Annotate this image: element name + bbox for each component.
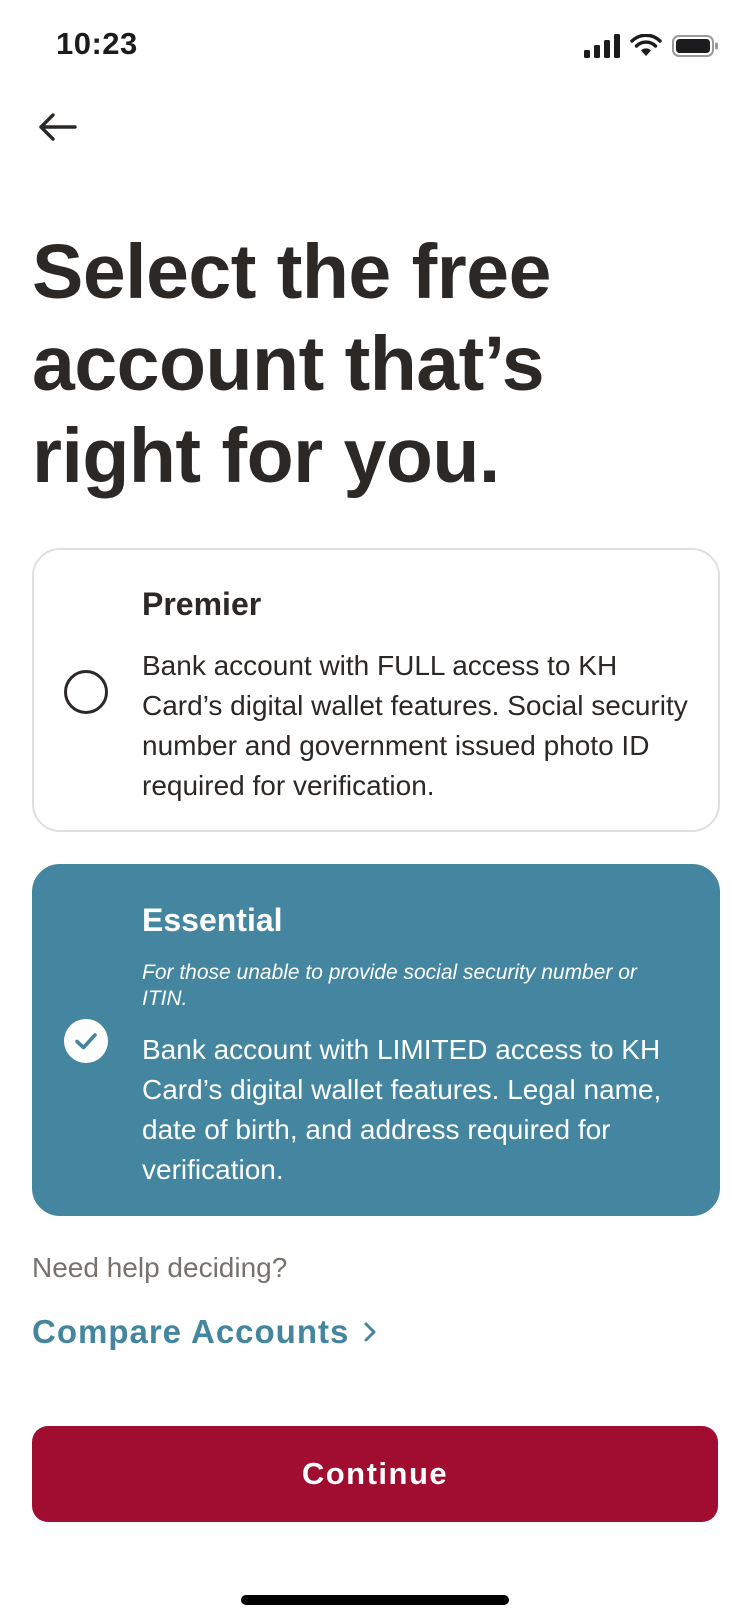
account-name: Premier (142, 586, 262, 622)
account-option-premier[interactable]: Premier Bank account with FULL access to… (32, 548, 720, 832)
continue-button[interactable]: Continue (32, 1426, 718, 1522)
back-button[interactable] (30, 100, 84, 154)
status-icons (584, 32, 720, 60)
arrow-left-icon (39, 113, 77, 141)
account-option-essential[interactable]: Essential For those unable to provide so… (32, 864, 720, 1216)
account-name: Essential (142, 902, 283, 938)
account-note: For those unable to provide social secur… (142, 961, 637, 1010)
compare-accounts-link[interactable]: Compare Accounts (32, 1310, 377, 1354)
help-text: Need help deciding? (32, 1252, 288, 1283)
home-indicator (241, 1595, 509, 1605)
compare-accounts-label: Compare Accounts (32, 1313, 350, 1350)
radio-selected-check-icon[interactable] (64, 1019, 108, 1063)
chevron-right-icon (364, 1322, 376, 1342)
status-time: 10:23 (56, 26, 138, 61)
account-description: Bank account with LIMITED access to KH C… (142, 1034, 662, 1185)
account-description: Bank account with FULL access to KH Card… (142, 650, 688, 801)
battery-icon (672, 35, 718, 57)
wifi-icon (630, 34, 662, 56)
status-bar: 10:23 (0, 0, 750, 92)
checkmark-icon (75, 1033, 97, 1050)
page-title: Select the free account that’s right for… (32, 229, 551, 499)
cellular-signal-icon (584, 34, 620, 58)
radio-unselected-icon[interactable] (64, 670, 108, 714)
